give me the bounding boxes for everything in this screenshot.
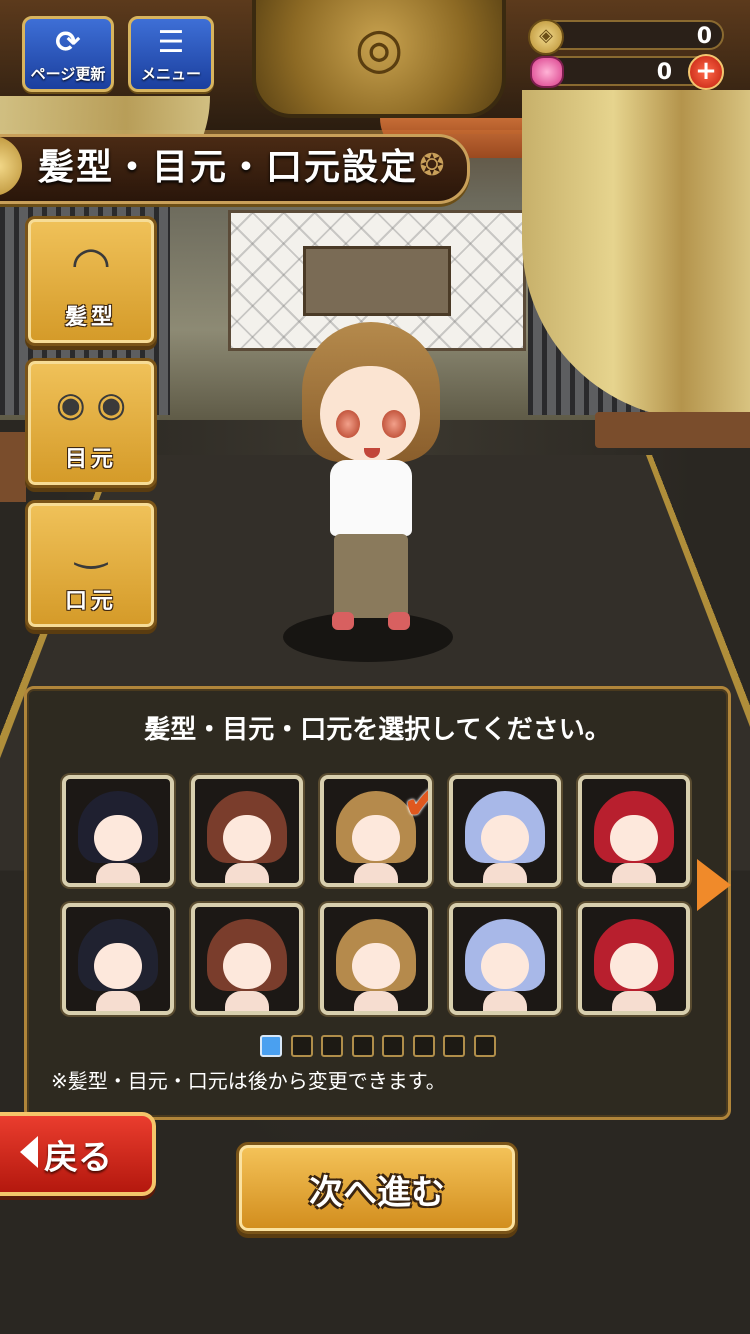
add-gems-button[interactable]: + xyxy=(688,54,724,90)
coin-count: 0 xyxy=(696,24,712,49)
category-hair-label: 髪型 xyxy=(64,305,117,330)
page-refresh-label: ページ更新 xyxy=(30,65,106,83)
menu-label: メニュー xyxy=(140,65,201,83)
thumb-face xyxy=(352,943,400,989)
avatar-right-eye xyxy=(382,410,406,438)
thumb-face xyxy=(94,943,142,989)
bench-left xyxy=(0,432,26,502)
thumb-body xyxy=(354,991,398,1011)
thumb-body xyxy=(354,863,398,883)
gem-count: 0 xyxy=(656,60,672,85)
thumb-body xyxy=(96,863,140,883)
hairstyle-option[interactable] xyxy=(191,903,303,1015)
character-avatar xyxy=(296,322,446,642)
page-dot[interactable] xyxy=(260,1035,282,1057)
page-dot[interactable] xyxy=(351,1035,374,1057)
crest-glyph-icon: ◎ xyxy=(354,16,404,81)
page-dot[interactable] xyxy=(473,1035,496,1057)
panel-instruction: 髪型・目元・口元を選択してください。 xyxy=(144,715,611,745)
thumb-body xyxy=(225,863,269,883)
thumb-body xyxy=(612,863,656,883)
thumb-face xyxy=(481,815,529,861)
back-arrow-icon xyxy=(20,1136,38,1168)
category-mouth-button[interactable]: ‿ 口元 xyxy=(25,500,157,630)
back-label: 戻る xyxy=(44,1138,112,1178)
thumb-face xyxy=(352,815,400,861)
next-label: 次へ進む xyxy=(309,1173,445,1213)
thumb-face xyxy=(223,943,271,989)
thumb-body xyxy=(96,991,140,1011)
checkmark-icon: ✔ xyxy=(402,779,428,831)
page-dot[interactable] xyxy=(412,1035,435,1057)
hair-icon: ◠ xyxy=(70,236,112,290)
bench xyxy=(595,412,750,448)
avatar-pants xyxy=(334,534,408,618)
avatar-left-eye xyxy=(336,410,360,438)
thumb-face xyxy=(223,815,271,861)
refresh-icon: ⟳ xyxy=(55,25,81,60)
back-button[interactable]: 戻る xyxy=(0,1112,156,1196)
thumb-face xyxy=(481,943,529,989)
gem-icon xyxy=(530,56,564,88)
hairstyle-option[interactable] xyxy=(62,775,174,887)
selection-panel: 髪型・目元・口元を選択してください。 ✔ ※髪型・目元・口元は後から変更できます… xyxy=(24,686,731,1120)
hairstyle-option[interactable] xyxy=(191,775,303,887)
category-mouth-label: 口元 xyxy=(64,589,117,614)
thumb-face xyxy=(94,815,142,861)
page-refresh-button[interactable]: ⟳ ページ更新 xyxy=(22,16,114,92)
menu-icon: ☰ xyxy=(157,25,185,60)
category-hair-button[interactable]: ◠ 髪型 xyxy=(25,216,157,346)
dragon-plaque xyxy=(303,246,451,316)
thumb-body xyxy=(225,991,269,1011)
crest-emblem: ◎ xyxy=(252,0,506,118)
swirl-ornament-icon: ❂ xyxy=(419,148,445,183)
hairstyle-option[interactable]: ✔ xyxy=(320,775,432,887)
next-button[interactable]: 次へ進む xyxy=(236,1142,518,1234)
next-page-arrow-icon[interactable] xyxy=(697,859,731,911)
eyes-icon: ◉ ◉ xyxy=(55,385,127,425)
category-eyes-button[interactable]: ◉ ◉ 目元 xyxy=(25,358,157,488)
hairstyle-option[interactable] xyxy=(320,903,432,1015)
coin-icon: ◈ xyxy=(528,19,564,55)
page-dot[interactable] xyxy=(443,1035,465,1057)
page-dot[interactable] xyxy=(321,1035,343,1057)
hairstyle-option[interactable] xyxy=(578,903,690,1015)
avatar-shirt xyxy=(330,460,412,536)
page-dot[interactable] xyxy=(382,1035,404,1057)
mouth-icon: ‿ xyxy=(75,525,107,569)
avatar-right-shoe xyxy=(388,612,410,630)
page-title: 髪型・目元・口元設定 xyxy=(38,147,419,188)
category-eyes-label: 目元 xyxy=(64,447,117,472)
avatar-left-shoe xyxy=(332,612,354,630)
thumb-face xyxy=(610,943,658,989)
hairstyle-option[interactable] xyxy=(62,903,174,1015)
panel-note: ※髪型・目元・口元は後から変更できます。 xyxy=(51,1069,446,1093)
page-dot[interactable] xyxy=(290,1035,313,1057)
thumb-body xyxy=(483,863,527,883)
hairstyle-option[interactable] xyxy=(578,775,690,887)
menu-button[interactable]: ☰ メニュー xyxy=(128,16,214,92)
hairstyle-option[interactable] xyxy=(449,903,561,1015)
thumb-body xyxy=(612,991,656,1011)
hairstyle-option[interactable] xyxy=(449,775,561,887)
thumb-face xyxy=(610,815,658,861)
thumb-body xyxy=(483,991,527,1011)
